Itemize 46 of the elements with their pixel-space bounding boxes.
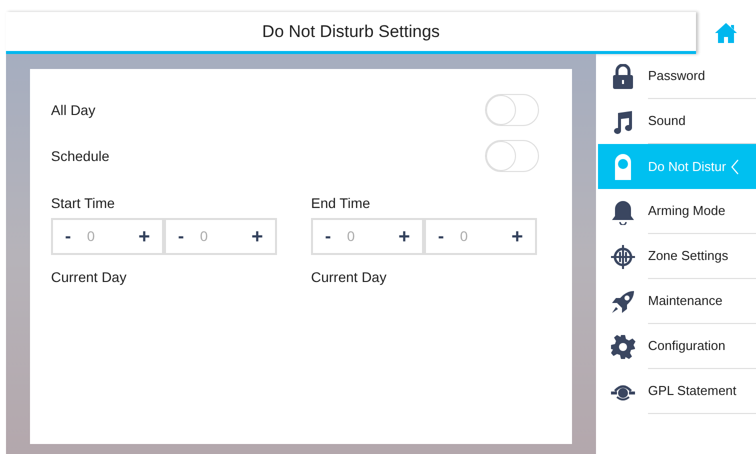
stepper-value: 0 [199,227,209,246]
time-label: End Time [311,194,372,213]
stepper-value: 0 [86,227,96,246]
sidebar-label: Sound [648,112,686,130]
sidebar-label: Maintenance [648,292,722,310]
toggle-switch[interactable] [485,94,539,126]
home-icon[interactable] [714,22,738,44]
day-label: Current Day [311,268,388,287]
page-title: Do Not Disturb Settings [262,20,440,43]
day-label: Current Day [51,268,128,287]
sidebar-item[interactable]: Zone Settings [598,234,756,279]
crosshair-icon [610,244,636,270]
chevron-left-icon [731,158,740,174]
sidebar-item[interactable]: Password [598,54,756,99]
gear-icon [610,334,636,360]
increment-button[interactable]: + [511,222,523,252]
sidebar-item[interactable]: GPL Statement [598,369,756,414]
number-stepper[interactable]: - 0 + [311,218,424,255]
rocket-icon [610,288,636,314]
increment-button[interactable]: + [138,222,150,252]
sidebar-label: Zone Settings [648,247,728,266]
sidebar-label: GPL Statement [648,382,736,400]
decrement-button[interactable]: - [65,223,83,250]
sidebar-item[interactable]: Arming Mode [598,189,756,234]
number-stepper[interactable]: - 0 + [164,218,277,255]
number-stepper[interactable]: - 0 + [51,218,164,255]
sidebar-item[interactable]: Maintenance [598,279,756,324]
lock-icon [610,64,636,90]
sidebar-label: Arming Mode [648,202,726,220]
decrement-button[interactable]: - [178,223,196,250]
sidebar-item[interactable]: Configuration [598,324,756,369]
toggle-switch[interactable] [485,140,539,172]
increment-button[interactable]: + [398,222,410,252]
sidebar-label: Do Not Distur [648,158,726,176]
sidebar-label: Password [648,67,706,86]
time-label: Start Time [51,194,116,213]
decrement-button[interactable]: - [325,223,343,250]
sidebar-label: Configuration [648,337,726,356]
number-stepper[interactable]: - 0 + [424,218,537,255]
stepper-value: 0 [346,227,356,246]
stepper-value: 0 [459,227,469,246]
toggle-label: Schedule [51,146,110,166]
toggle-label: All Day [51,100,96,120]
increment-button[interactable]: + [251,222,263,252]
decrement-button[interactable]: - [438,223,456,250]
bell-icon [610,198,636,224]
